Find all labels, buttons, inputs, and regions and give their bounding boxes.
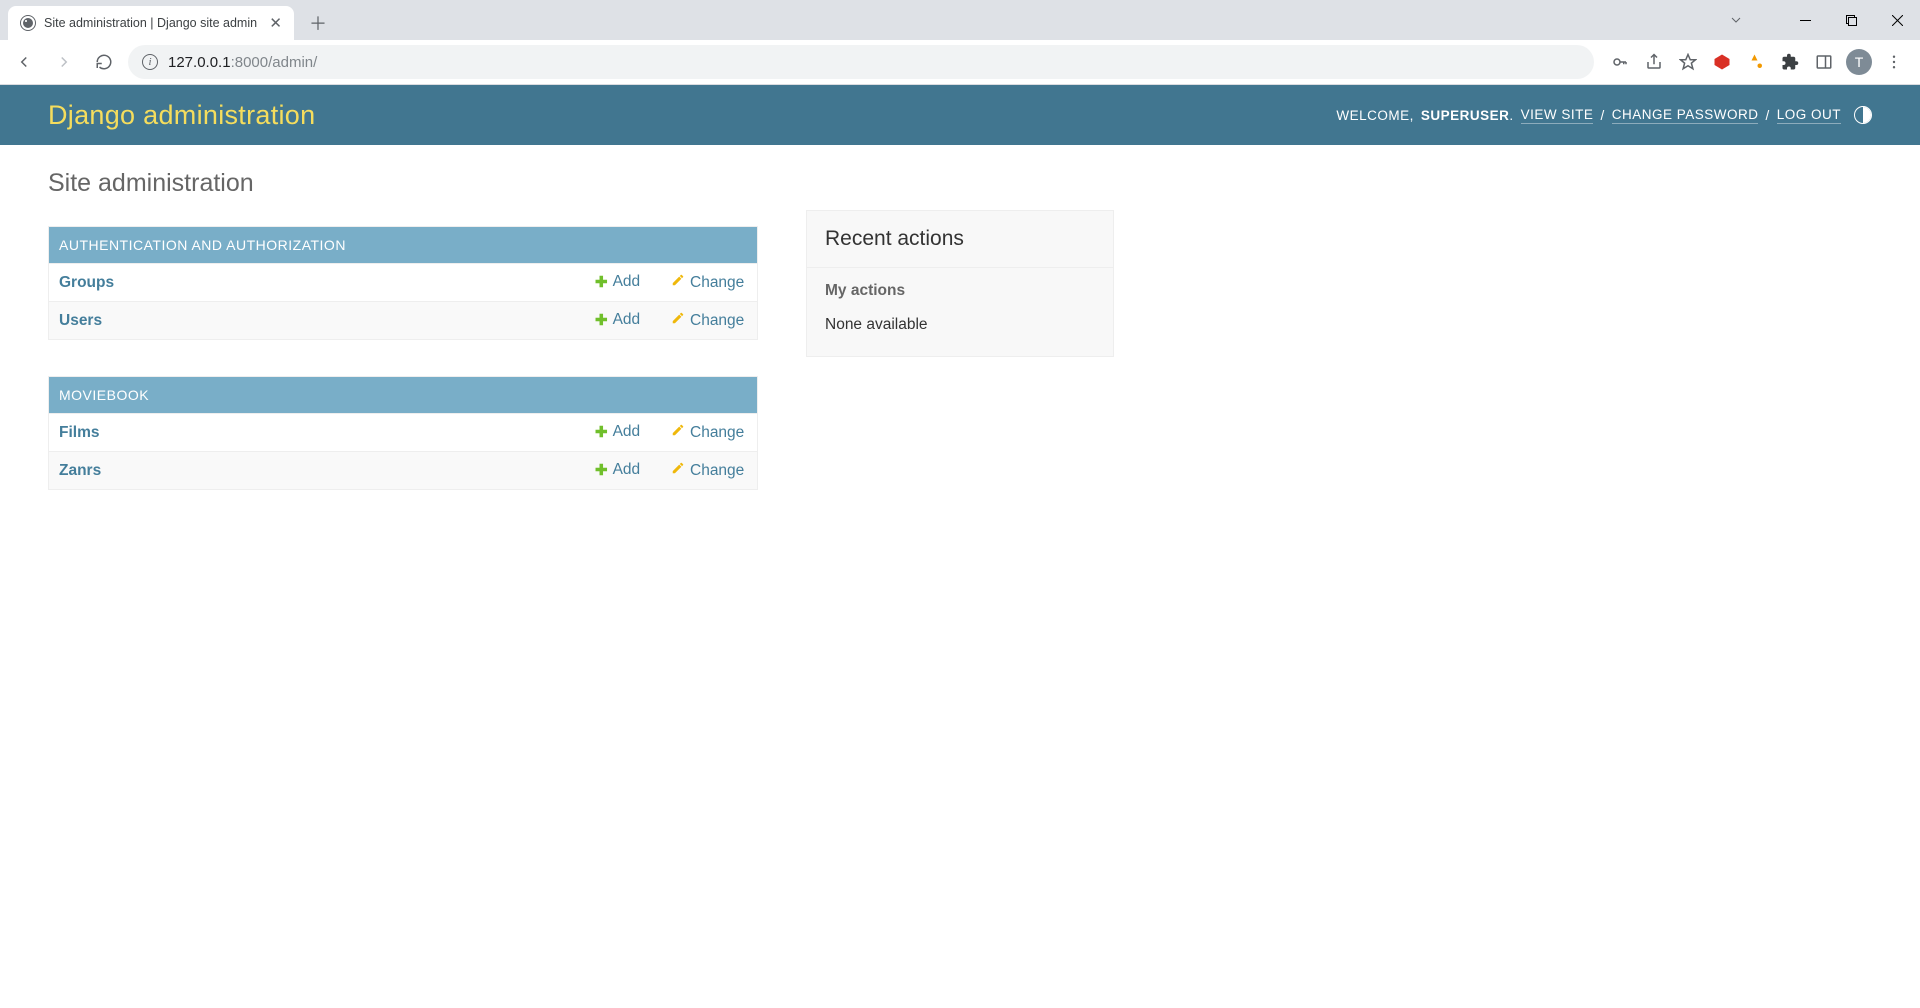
django-header: Django administration WELCOME, SUPERUSER… [0, 85, 1920, 145]
plus-icon: ✚ [595, 423, 608, 441]
page-title: Site administration [48, 169, 758, 198]
change-link[interactable]: Change [671, 311, 747, 330]
tab-strip: Site administration | Django site admin … [0, 0, 1920, 40]
user-tools: WELCOME, SUPERUSER. VIEW SITE / CHANGE P… [1336, 106, 1872, 124]
model-link[interactable]: Films [59, 424, 99, 441]
model-link[interactable]: Zanrs [59, 462, 101, 479]
chrome-actions: T [1602, 49, 1912, 75]
globe-icon [20, 15, 36, 31]
tab-title: Site administration | Django site admin [44, 16, 261, 30]
extensions-puzzle-icon[interactable] [1778, 50, 1802, 74]
model-row-users: Users ✚Add Change [49, 301, 757, 339]
extension-icon-1[interactable] [1710, 50, 1734, 74]
app-caption: MOVIEBOOK [49, 377, 757, 413]
browser-toolbar: i 127.0.0.1:8000/admin/ T [0, 40, 1920, 85]
extension-icon-2[interactable] [1744, 50, 1768, 74]
change-link[interactable]: Change [671, 461, 747, 480]
model-row-groups: Groups ✚Add Change [49, 263, 757, 301]
reload-button[interactable] [88, 46, 120, 78]
plus-icon: ✚ [595, 311, 608, 329]
brand-title[interactable]: Django administration [48, 100, 315, 131]
address-bar[interactable]: i 127.0.0.1:8000/admin/ [128, 45, 1594, 79]
new-tab-button[interactable]: ＋ [304, 9, 332, 37]
bookmark-star-icon[interactable] [1676, 50, 1700, 74]
add-link[interactable]: ✚Add [595, 273, 671, 291]
app-module-auth: AUTHENTICATION AND AUTHORIZATION Groups … [48, 226, 758, 340]
recent-subheading: My actions [807, 268, 1113, 306]
model-row-films: Films ✚Add Change [49, 413, 757, 451]
kebab-menu-icon[interactable] [1882, 50, 1906, 74]
logout-link[interactable]: LOG OUT [1777, 107, 1841, 124]
close-tab-button[interactable]: ✕ [269, 14, 282, 32]
app-caption: AUTHENTICATION AND AUTHORIZATION [49, 227, 757, 263]
theme-toggle-icon[interactable] [1854, 106, 1872, 124]
browser-tab[interactable]: Site administration | Django site admin … [8, 6, 294, 40]
app-caption-link[interactable]: MOVIEBOOK [59, 387, 149, 403]
content: Site administration AUTHENTICATION AND A… [0, 145, 1920, 550]
side-panel-icon[interactable] [1812, 50, 1836, 74]
pencil-icon [671, 311, 685, 330]
username: SUPERUSER [1421, 108, 1510, 123]
profile-avatar[interactable]: T [1846, 49, 1872, 75]
recent-actions-panel: Recent actions My actions None available [806, 210, 1114, 357]
browser-chrome: Site administration | Django site admin … [0, 0, 1920, 85]
recent-heading: Recent actions [807, 211, 1113, 268]
model-link[interactable]: Groups [59, 274, 114, 291]
plus-icon: ✚ [595, 461, 608, 479]
forward-button[interactable] [48, 46, 80, 78]
add-link[interactable]: ✚Add [595, 311, 671, 329]
url-text: 127.0.0.1:8000/admin/ [168, 54, 317, 71]
plus-icon: ✚ [595, 273, 608, 291]
site-info-icon[interactable]: i [142, 54, 158, 70]
change-password-link[interactable]: CHANGE PASSWORD [1612, 107, 1759, 124]
tab-search-chevron-icon[interactable] [1728, 12, 1744, 33]
change-link[interactable]: Change [671, 423, 747, 442]
welcome-text: WELCOME, [1336, 108, 1414, 123]
back-button[interactable] [8, 46, 40, 78]
share-icon[interactable] [1642, 50, 1666, 74]
pencil-icon [671, 461, 685, 480]
model-row-zanrs: Zanrs ✚Add Change [49, 451, 757, 489]
add-link[interactable]: ✚Add [595, 423, 671, 441]
view-site-link[interactable]: VIEW SITE [1521, 107, 1594, 124]
window-close-button[interactable] [1874, 0, 1920, 40]
window-minimize-button[interactable] [1782, 0, 1828, 40]
add-link[interactable]: ✚Add [595, 461, 671, 479]
pencil-icon [671, 273, 685, 292]
app-caption-link[interactable]: AUTHENTICATION AND AUTHORIZATION [59, 237, 346, 253]
model-link[interactable]: Users [59, 312, 102, 329]
side-column: Recent actions My actions None available [806, 210, 1114, 526]
main-column: Site administration AUTHENTICATION AND A… [48, 169, 758, 526]
password-key-icon[interactable] [1608, 50, 1632, 74]
window-maximize-button[interactable] [1828, 0, 1874, 40]
change-link[interactable]: Change [671, 273, 747, 292]
pencil-icon [671, 423, 685, 442]
window-controls [1782, 0, 1920, 40]
app-module-moviebook: MOVIEBOOK Films ✚Add Change Zanrs ✚Add C… [48, 376, 758, 490]
recent-empty-text: None available [807, 306, 1113, 356]
